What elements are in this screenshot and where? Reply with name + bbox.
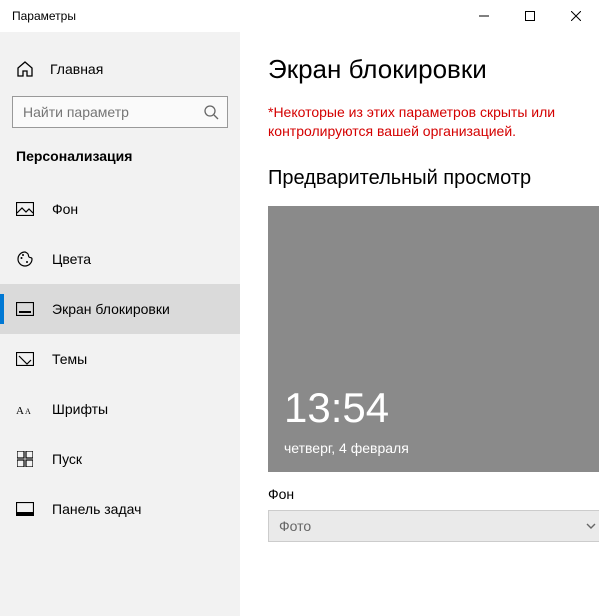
maximize-icon <box>525 11 535 21</box>
preview-date: четверг, 4 февраля <box>284 440 409 456</box>
sidebar-item-fonts[interactable]: AA Шрифты <box>0 384 240 434</box>
sidebar-item-background[interactable]: Фон <box>0 184 240 234</box>
dropdown-value: Фото <box>279 518 311 534</box>
background-dropdown[interactable]: Фото <box>268 510 599 542</box>
search-field[interactable] <box>23 104 203 120</box>
search-icon <box>203 104 219 120</box>
preview-time: 13:54 <box>284 384 389 432</box>
titlebar: Параметры <box>0 0 599 32</box>
svg-text:A: A <box>25 407 31 416</box>
sidebar-home-label: Главная <box>50 61 103 77</box>
taskbar-icon <box>16 502 34 516</box>
sidebar-item-themes[interactable]: Темы <box>0 334 240 384</box>
main-content: Экран блокировки *Некоторые из этих пара… <box>240 32 599 616</box>
minimize-icon <box>479 11 489 21</box>
page-title: Экран блокировки <box>268 54 587 85</box>
sidebar-item-label: Панель задач <box>52 501 141 517</box>
maximize-button[interactable] <box>507 0 553 32</box>
sidebar-item-taskbar[interactable]: Панель задач <box>0 484 240 534</box>
policy-warning: *Некоторые из этих параметров скрыты или… <box>268 103 587 141</box>
sidebar: Главная Персонализация Фон <box>0 32 240 616</box>
sidebar-category: Персонализация <box>0 142 240 184</box>
sidebar-item-colors[interactable]: Цвета <box>0 234 240 284</box>
home-icon <box>16 60 34 78</box>
sidebar-item-label: Фон <box>52 201 78 217</box>
svg-text:A: A <box>16 405 24 416</box>
background-icon <box>16 202 34 216</box>
colors-icon <box>16 250 34 268</box>
themes-icon <box>16 352 34 366</box>
search-input[interactable] <box>12 96 228 128</box>
sidebar-item-lockscreen[interactable]: Экран блокировки <box>0 284 240 334</box>
close-icon <box>571 11 581 21</box>
sidebar-item-label: Темы <box>52 351 87 367</box>
fonts-icon: AA <box>16 402 34 416</box>
sidebar-item-label: Пуск <box>52 451 82 467</box>
chevron-down-icon <box>585 520 597 532</box>
minimize-button[interactable] <box>461 0 507 32</box>
window-controls <box>461 0 599 32</box>
lockscreen-icon <box>16 302 34 316</box>
background-field-label: Фон <box>268 486 587 502</box>
lockscreen-preview: 13:54 четверг, 4 февраля <box>268 206 599 472</box>
sidebar-item-label: Экран блокировки <box>52 301 170 317</box>
sidebar-item-start[interactable]: Пуск <box>0 434 240 484</box>
sidebar-item-label: Шрифты <box>52 401 108 417</box>
sidebar-home[interactable]: Главная <box>0 50 240 88</box>
close-button[interactable] <box>553 0 599 32</box>
preview-section-title: Предварительный просмотр <box>268 167 587 190</box>
window-title: Параметры <box>12 9 76 23</box>
sidebar-item-label: Цвета <box>52 251 91 267</box>
start-icon <box>16 451 34 467</box>
